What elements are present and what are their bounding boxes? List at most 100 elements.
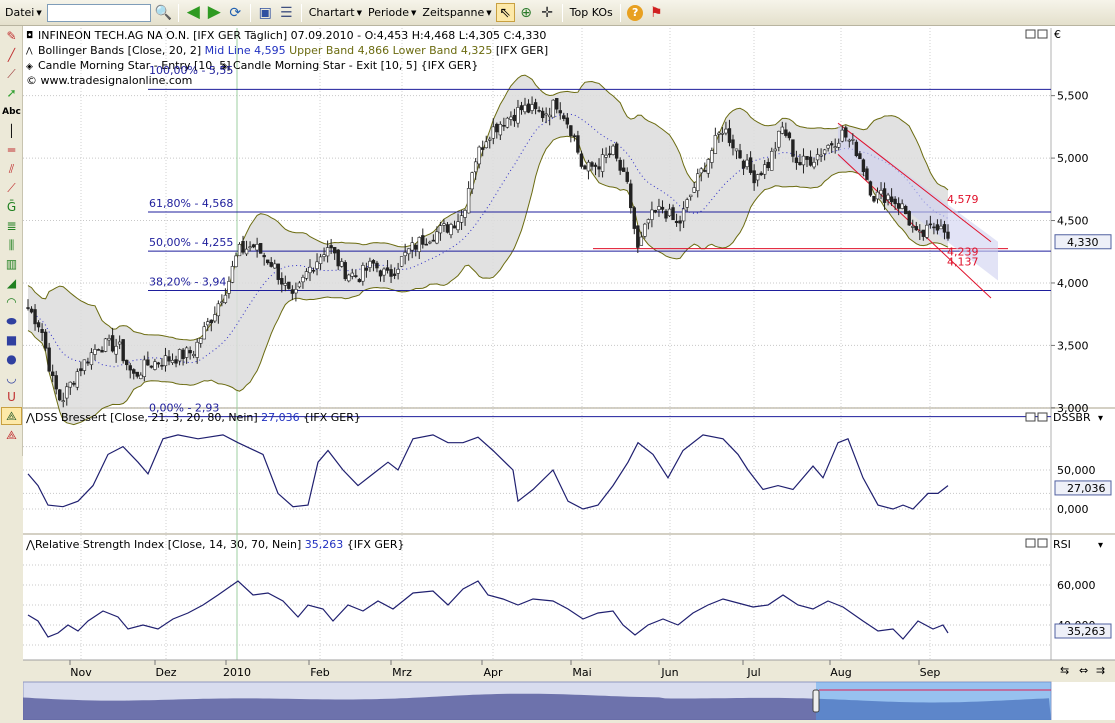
gann-fan-icon[interactable]: ◢ <box>1 274 22 292</box>
rectangle-tool-icon[interactable]: ■ <box>1 331 22 349</box>
vertical-line-icon[interactable]: │ <box>1 122 22 140</box>
save-icon[interactable]: ▣ <box>256 3 275 22</box>
candle-body <box>664 210 668 219</box>
legend-part: Relative Strength Index [Close, 14, 30, … <box>35 538 301 551</box>
symbol-search-input[interactable] <box>46 3 151 22</box>
pane-close-icon[interactable] <box>1037 412 1048 422</box>
top-kos-label: Top KOs <box>569 6 613 19</box>
candle-body <box>667 208 672 217</box>
period-menu-label: Periode <box>367 6 410 19</box>
candle-body <box>58 389 62 401</box>
candle-body <box>392 273 397 276</box>
arc-icon[interactable]: ◠ <box>1 293 22 311</box>
candle-body <box>248 246 252 249</box>
candle-body <box>921 229 926 237</box>
candle-body <box>681 208 686 222</box>
legend-part: {IFX GER} <box>343 538 404 551</box>
candle-body <box>900 203 904 209</box>
flag-icon[interactable]: ⚑ <box>647 3 666 22</box>
crosshair-icon[interactable]: ✛ <box>538 3 557 22</box>
timespan-menu-label: Zeitspanne <box>422 6 485 19</box>
candle-body <box>752 170 756 184</box>
scroll-right-icon[interactable]: ⇉ <box>1096 664 1105 677</box>
candle-body <box>167 356 171 362</box>
chart-svg[interactable]: 61,80% - 4,568 50,00% - 4,255 38,20% - 3,9… <box>22 26 1115 721</box>
measure-tool-icon[interactable]: ⟁ <box>1 426 22 444</box>
candle-body <box>79 368 83 372</box>
candle-body <box>569 125 573 136</box>
candle-body <box>456 221 460 231</box>
candle-body <box>139 374 143 380</box>
chevron-down-icon: ▼ <box>411 8 417 17</box>
candle-body <box>431 239 436 242</box>
pane-maximize-icon[interactable] <box>1025 29 1036 39</box>
fibonacci-icon[interactable]: Ḡ <box>1 198 22 216</box>
search-icon[interactable]: 🔍 <box>154 3 173 22</box>
candle-body <box>671 207 675 221</box>
active-tool-icon[interactable]: ⟁ <box>1 407 22 425</box>
fib-levels-icon[interactable]: ≣ <box>1 217 22 235</box>
line-tool-icon[interactable]: ⟋ <box>1 65 22 83</box>
candle-body <box>65 386 69 399</box>
pane-close-icon[interactable] <box>1037 29 1048 39</box>
candle-body <box>882 188 887 203</box>
main-toolbar: Datei ▼ 🔍 ◀ ▶ ⟳ ▣ ☰ Chartart ▼ Periode ▼ Ze… <box>0 0 1115 26</box>
file-menu[interactable]: Datei ▼ <box>2 3 45 23</box>
cursor-icon[interactable]: ⇖ <box>495 3 515 22</box>
magnet-icon[interactable]: U <box>1 388 22 406</box>
text-tool-icon[interactable]: Abc <box>1 103 22 121</box>
candle-body <box>847 139 852 142</box>
back-arrow-icon[interactable]: ◀ <box>184 3 203 22</box>
zoom-x-icon[interactable]: ⇔ <box>1079 664 1088 677</box>
trendline-icon[interactable]: ⟋ <box>1 179 22 197</box>
charttype-menu[interactable]: Chartart ▼ <box>306 3 365 23</box>
candle-body <box>646 219 651 224</box>
channel-label-lower2: 4,137 <box>947 255 979 268</box>
candle-body <box>26 307 30 309</box>
candle-body <box>547 114 552 118</box>
arrow-tool-icon[interactable]: ➚ <box>1 84 22 102</box>
pane-maximize-icon[interactable] <box>1025 412 1036 422</box>
candle-body <box>495 123 499 133</box>
horizontal-line-icon[interactable]: ═ <box>1 141 22 159</box>
indicator-icon: ⋀ <box>25 46 33 55</box>
candle-body <box>526 103 531 113</box>
help-icon[interactable]: ? <box>626 3 645 22</box>
candle-body <box>904 206 908 215</box>
brush-icon[interactable]: ╱ <box>1 46 22 64</box>
candle-body <box>410 242 414 251</box>
candle-body <box>220 301 224 304</box>
candle-body <box>854 141 859 157</box>
candle-body <box>699 168 703 174</box>
circle-tool-icon[interactable]: ● <box>1 350 22 368</box>
properties-icon[interactable]: ☰ <box>277 3 296 22</box>
scroll-left-icon[interactable]: ⇆ <box>1060 664 1069 677</box>
candle-body <box>942 224 947 233</box>
half-ellipse-icon[interactable]: ◡ <box>1 369 22 387</box>
fib-fan-icon[interactable]: ⫼ <box>1 236 22 254</box>
x-axis-label: Jul <box>746 666 760 679</box>
period-menu[interactable]: Periode ▼ <box>365 3 419 23</box>
pen-icon[interactable]: ✎ <box>1 27 22 45</box>
candle-body <box>368 260 372 268</box>
top-kos-button[interactable]: Top KOs <box>567 3 616 23</box>
x-axis-label: 2010 <box>223 666 251 679</box>
refresh-icon[interactable]: ⟳ <box>226 3 245 22</box>
timespan-menu[interactable]: Zeitspanne ▼ <box>419 3 494 23</box>
pane-close-icon[interactable] <box>1037 538 1048 548</box>
fib-time-icon[interactable]: ▥ <box>1 255 22 273</box>
ellipse-tool-icon[interactable]: ⬬ <box>1 312 22 330</box>
candle-body <box>622 167 626 172</box>
candle-body <box>170 359 175 363</box>
candle-body <box>851 139 855 141</box>
zoom-icon[interactable]: ⊕ <box>517 3 536 22</box>
navigator-handle[interactable] <box>812 689 820 713</box>
last-price-value: 4,330 <box>1067 236 1099 249</box>
channel-tool-icon[interactable]: ⫽ <box>1 160 22 178</box>
forward-arrow-icon[interactable]: ▶ <box>205 3 224 22</box>
candle-body <box>322 254 326 257</box>
candle-body <box>516 107 520 124</box>
navigator-selection-window[interactable] <box>816 682 1051 720</box>
candle-body <box>382 268 386 276</box>
pane-maximize-icon[interactable] <box>1025 538 1036 548</box>
